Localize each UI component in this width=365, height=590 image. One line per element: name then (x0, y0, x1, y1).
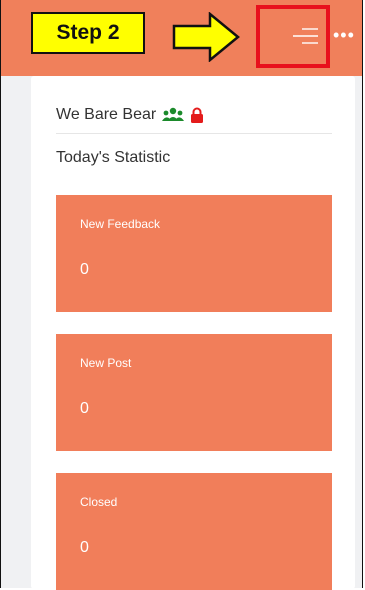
dashboard-card: We Bare Bear Today's Statistic New Feedb… (31, 76, 355, 590)
section-title: Today's Statistic (56, 149, 171, 166)
stat-label: New Post (80, 356, 132, 370)
users-group-icon (162, 107, 185, 121)
stat-card-closed[interactable]: Closed 0 (56, 473, 332, 590)
stat-card-new-feedback[interactable]: New Feedback 0 (56, 195, 332, 312)
stat-value: 0 (80, 261, 89, 278)
more-dots-icon[interactable]: ••• (333, 26, 355, 44)
lock-icon (191, 107, 204, 123)
stat-label: New Feedback (80, 217, 161, 231)
step-callout-label: Step 2 (31, 12, 145, 54)
brand-title: We Bare Bear (56, 106, 204, 124)
callout-arrow-icon (172, 12, 240, 62)
stat-label: Closed (80, 495, 118, 509)
stat-value: 0 (80, 400, 89, 417)
brand-name: We Bare Bear (56, 106, 157, 123)
stat-value: 0 (80, 539, 89, 556)
menu-highlight-box (256, 5, 330, 68)
stat-card-new-post[interactable]: New Post 0 (56, 334, 332, 451)
divider (56, 133, 332, 134)
